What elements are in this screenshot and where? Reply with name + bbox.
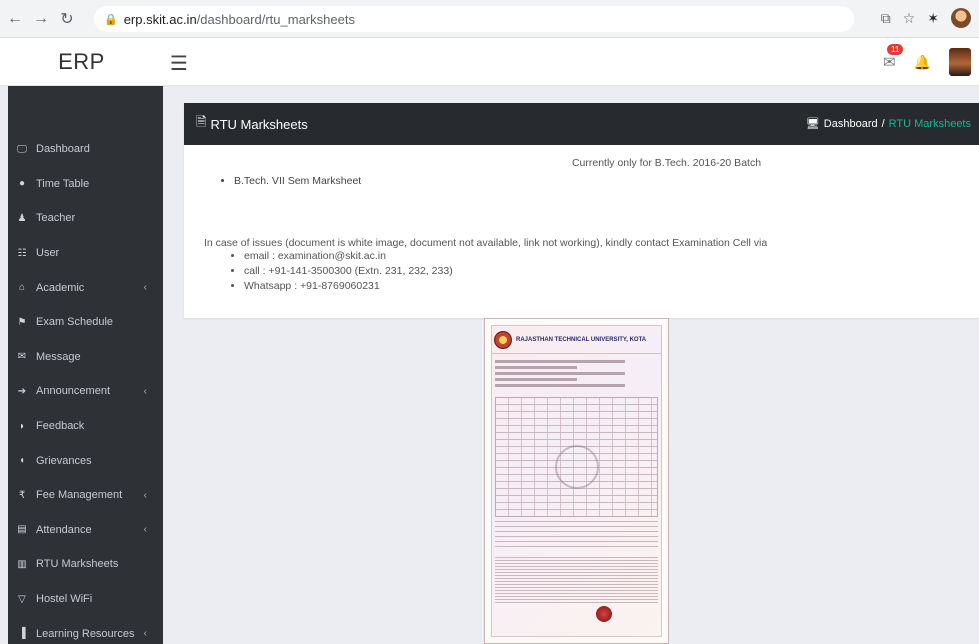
browser-profile-avatar[interactable]: [951, 8, 971, 28]
rtu-marksheets-card: 🗎 RTU Marksheets 🖥 Dashboard / RTU Marks…: [184, 103, 979, 318]
bullhorn-icon: ➔: [17, 385, 27, 397]
breadcrumb: 🖥 Dashboard / RTU Marksheets: [805, 117, 971, 131]
sidebar-item-label: Time Table: [36, 177, 90, 190]
marks-table: [495, 397, 658, 517]
page-title: RTU Marksheets: [210, 116, 308, 132]
sidebar-item-label: Feedback: [36, 420, 85, 433]
forward-arrow-icon[interactable]: →: [30, 8, 52, 30]
sidebar-item-label: Teacher: [36, 212, 76, 225]
sidebar-item-dashboard[interactable]: 🖵 Dashboard: [8, 132, 163, 167]
rupee-icon: ₹: [18, 489, 26, 501]
books-icon: ▐: [18, 628, 26, 640]
chevron-left-icon: ‹: [143, 628, 147, 640]
schedule-icon: ⚑: [17, 316, 27, 328]
document-icon: 🗎: [196, 114, 207, 129]
contact-whatsapp: Whatsapp : +91-8769060231: [244, 279, 959, 294]
sidebar-item-label: Hostel WiFi: [36, 593, 93, 606]
sidebar-item-label: Fee Management: [36, 489, 123, 502]
sidebar-item-feedback[interactable]: ◗ Feedback: [8, 409, 163, 444]
sidebar-item-label: Dashboard: [36, 143, 90, 156]
card-header: 🗎 RTU Marksheets 🖥 Dashboard / RTU Marks…: [184, 103, 979, 145]
lock-icon: 🔒: [104, 13, 118, 26]
back-arrow-icon[interactable]: ←: [4, 8, 26, 30]
academic-icon: ⌂: [18, 282, 26, 294]
sidebar: 🖵 Dashboard ● Time Table ♟ Teacher ☷ User ⌂ Acade…: [8, 86, 163, 644]
desktop-icon: 🖵: [17, 143, 27, 155]
reload-icon[interactable]: ↻: [56, 8, 78, 30]
messages-button[interactable]: ✉ 11: [882, 44, 904, 71]
chevron-left-icon: ‹: [143, 524, 147, 536]
document-icon: ▥: [17, 558, 27, 570]
issue-text: In case of issues (document is white ima…: [204, 237, 768, 249]
contact-email: email : examination@skit.ac.in: [244, 249, 959, 264]
extensions-icon[interactable]: ✶: [927, 10, 939, 27]
app-logo[interactable]: ERP: [0, 38, 163, 86]
hologram-stamp: [596, 606, 612, 622]
circle-icon: ●: [18, 178, 26, 190]
sidebar-item-learning-resources[interactable]: ▐ Learning Resources ‹: [8, 616, 163, 644]
sidebar-item-exam-schedule[interactable]: ⚑ Exam Schedule: [8, 305, 163, 340]
contact-list: email : examination@skit.ac.in call : +9…: [244, 249, 959, 294]
university-name: RAJASTHAN TECHNICAL UNIVERSITY, KOTA: [516, 336, 647, 343]
breadcrumb-current: RTU Marksheets: [888, 117, 971, 130]
sidebar-item-message[interactable]: ✉ Message: [8, 340, 163, 375]
sidebar-item-time-table[interactable]: ● Time Table: [8, 167, 163, 202]
card-body: Currently only for B.Tech. 2016-20 Batch…: [184, 145, 979, 306]
sidebar-item-user[interactable]: ☷ User: [8, 236, 163, 271]
address-bar[interactable]: 🔒 erp.skit.ac.in/dashboard/rtu_marksheet…: [94, 6, 854, 32]
sidebar-item-label: Announcement: [36, 385, 110, 398]
sidebar-item-label: Learning Resources: [36, 627, 135, 640]
menu-toggle-icon[interactable]: ☰: [170, 51, 188, 76]
batch-notice: Currently only for B.Tech. 2016-20 Batch: [571, 157, 762, 169]
star-icon[interactable]: ☆: [903, 10, 916, 27]
sidebar-item-fee-management[interactable]: ₹ Fee Management ‹: [8, 478, 163, 513]
url-host: erp.skit.ac.in: [123, 11, 197, 27]
watermark-seal: [554, 445, 599, 490]
breadcrumb-separator: /: [881, 117, 885, 130]
install-icon[interactable]: ⧉: [881, 10, 891, 27]
teacher-icon: ♟: [17, 212, 27, 224]
url-path: /dashboard/rtu_marksheets: [196, 11, 355, 27]
chevron-left-icon: ‹: [143, 282, 147, 294]
sidebar-item-label: Academic: [36, 281, 85, 294]
envelope-icon: ✉: [17, 351, 27, 363]
marksheet-image: RAJASTHAN TECHNICAL UNIVERSITY, KOTA: [484, 318, 669, 644]
users-icon: ☷: [17, 247, 27, 259]
sidebar-item-label: Grievances: [36, 454, 92, 467]
contact-call: call : +91-141-3500300 (Extn. 231, 232, …: [244, 264, 959, 279]
chevron-left-icon: ‹: [143, 489, 147, 501]
sidebar-item-grievances[interactable]: ◖ Grievances: [8, 443, 163, 478]
sidebar-item-label: Attendance: [36, 523, 92, 536]
desktop-icon: 🖥: [805, 118, 820, 130]
chevron-left-icon: ‹: [143, 385, 147, 397]
sidebar-item-label: User: [36, 247, 60, 260]
envelope-icon: ✉: [882, 54, 896, 71]
sidebar-item-announcement[interactable]: ➔ Announcement ‹: [8, 374, 163, 409]
sidebar-item-attendance[interactable]: ▤ Attendance ‹: [8, 513, 163, 548]
sidebar-item-teacher[interactable]: ♟ Teacher: [8, 201, 163, 236]
sidebar-item-label: Message: [36, 350, 81, 363]
fine-print: [495, 555, 658, 605]
sidebar-item-hostel-wifi[interactable]: ▽ Hostel WiFi: [8, 582, 163, 617]
file-icon: ▤: [17, 524, 27, 536]
result-summary: [495, 521, 658, 551]
wifi-icon: ▽: [18, 593, 26, 605]
breadcrumb-dashboard[interactable]: Dashboard: [824, 118, 878, 130]
university-logo: [494, 330, 512, 349]
bell-icon[interactable]: 🔔: [914, 54, 931, 71]
sidebar-item-academic[interactable]: ⌂ Academic ‹: [8, 270, 163, 305]
comments-icon: ◖: [18, 455, 26, 467]
browser-toolbar: ← → ↻ 🔒 erp.skit.ac.in/dashboard/rtu_mar…: [0, 0, 979, 38]
sidebar-item-rtu-marksheets[interactable]: ▥ RTU Marksheets: [8, 547, 163, 582]
marksheet-link[interactable]: B.Tech. VII Sem Marksheet: [234, 175, 959, 187]
comment-icon: ◗: [18, 420, 26, 432]
sidebar-item-label: RTU Marksheets: [36, 558, 119, 571]
user-avatar[interactable]: [949, 48, 971, 76]
sidebar-item-label: Exam Schedule: [36, 316, 114, 329]
notification-badge: 11: [886, 44, 904, 55]
app-header: ERP ☰ ✉ 11 🔔: [0, 38, 979, 86]
